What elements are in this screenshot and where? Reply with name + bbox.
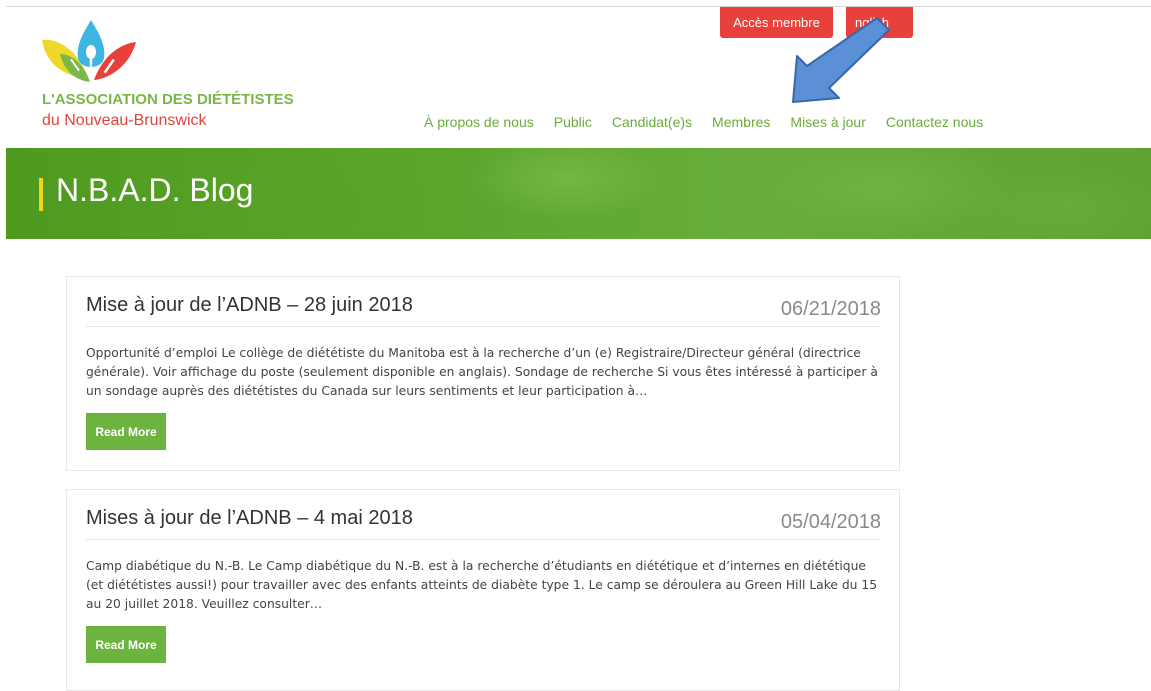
top-divider (6, 6, 1151, 7)
post-title[interactable]: Mises à jour de l’ADNB – 4 mai 2018 (86, 507, 413, 530)
post-date: 05/04/2018 (780, 511, 881, 533)
logo-leaves-icon (42, 20, 136, 82)
post-header: Mise à jour de l’ADNB – 28 juin 2018 06/… (86, 294, 881, 327)
main-nav: À propos de nous Public Candidat(e)s Mem… (424, 114, 1003, 130)
page-title: N.B.A.D. Blog (56, 172, 254, 208)
banner-accent-bar (39, 178, 43, 211)
nav-public[interactable]: Public (554, 114, 592, 130)
blog-post: Mise à jour de l’ADNB – 28 juin 2018 06/… (66, 276, 900, 471)
nav-members[interactable]: Membres (712, 114, 770, 130)
nav-about[interactable]: À propos de nous (424, 114, 534, 130)
nav-contact[interactable]: Contactez nous (886, 114, 983, 130)
logo-subtitle: du Nouveau-Brunswick (42, 112, 207, 129)
blog-post: Mises à jour de l’ADNB – 4 mai 2018 05/0… (66, 489, 900, 691)
post-excerpt: Camp diabétique du N.-B. Le Camp diabéti… (86, 559, 878, 611)
logo-title: L'ASSOCIATION DES DIÉTÉTISTES (42, 91, 294, 108)
post-title[interactable]: Mise à jour de l’ADNB – 28 juin 2018 (86, 294, 413, 317)
read-more-button[interactable]: Read More (86, 626, 166, 663)
read-more-button[interactable]: Read More (86, 413, 166, 450)
nav-updates[interactable]: Mises à jour (790, 114, 865, 130)
nav-candidates[interactable]: Candidat(e)s (612, 114, 692, 130)
post-header: Mises à jour de l’ADNB – 4 mai 2018 05/0… (86, 507, 881, 540)
post-excerpt: Opportunité d’emploi Le collège de diété… (86, 346, 878, 398)
page-banner: N.B.A.D. Blog (6, 148, 1151, 239)
post-date: 06/21/2018 (780, 298, 881, 320)
site-logo[interactable]: L'ASSOCIATION DES DIÉTÉTISTES du Nouveau… (38, 18, 294, 133)
annotation-arrow-icon (792, 17, 890, 103)
